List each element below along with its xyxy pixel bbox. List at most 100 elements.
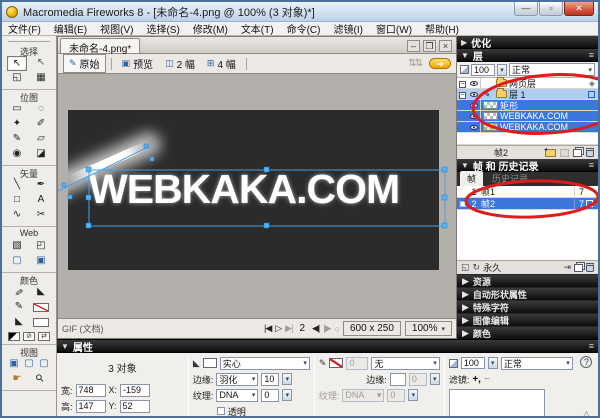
canvas-text-object[interactable]: WEBKAKA.COM (89, 166, 400, 213)
next-frame-button[interactable]: |▶ (323, 323, 331, 334)
hotspot-tool[interactable]: ▧ (7, 239, 27, 254)
doc-close-button[interactable]: × (439, 40, 452, 52)
frame-row-2[interactable]: ▣ 2 帧2 7 (457, 198, 598, 210)
new-sub-layer-button[interactable] (544, 146, 557, 157)
two-up-view-button[interactable]: ◫ 2 幅 (160, 55, 200, 72)
marquee-tool[interactable]: ▭ (7, 102, 27, 117)
properties-options-menu-icon[interactable]: ≡ (589, 341, 594, 351)
new-bitmap-button[interactable] (573, 148, 583, 157)
y-field[interactable]: 52 (119, 399, 150, 413)
frames-options-menu-icon[interactable]: ≡ (589, 160, 594, 170)
lasso-tool[interactable]: ◌ (31, 102, 51, 117)
filters-list[interactable] (448, 389, 545, 416)
no-stroke-fill-button[interactable]: ⊘ (23, 332, 35, 341)
collapse-half-arrow[interactable]: △ (583, 409, 589, 416)
delete-layer-button[interactable] (586, 148, 595, 157)
onion-skinning-button[interactable]: ◱ (461, 262, 470, 273)
default-colors-button[interactable] (8, 332, 20, 341)
fill-texture-dropdown[interactable]: DNA ▾ (216, 388, 259, 402)
minimize-button[interactable]: — (514, 2, 538, 16)
eyedropper-tool[interactable]: ✎ (7, 285, 27, 300)
canvas[interactable]: WEBKAKA.COM (68, 110, 439, 270)
text-tool[interactable]: A (31, 193, 51, 208)
stroke-size-field[interactable]: 0 (346, 356, 369, 370)
stroke-edge-amount[interactable]: 0 (408, 372, 427, 386)
stroke-texture-slider-arrow[interactable]: ▾ (408, 389, 419, 401)
menu-commands[interactable]: 命令(C) (287, 21, 321, 36)
canvas-area[interactable]: WEBKAKA.COM (58, 74, 456, 318)
width-field[interactable]: 748 (75, 383, 106, 397)
close-button[interactable]: ✕ (564, 2, 594, 16)
object-name[interactable]: 矩形 (500, 99, 598, 112)
object-blend-mode-dropdown[interactable]: 正常 ▾ (500, 356, 573, 370)
layer-opacity-value[interactable]: 100 (471, 63, 495, 76)
visibility-toggle[interactable] (468, 122, 481, 132)
layers-panel-header[interactable]: ▼ 层 ≡ (457, 49, 598, 63)
menu-file[interactable]: 文件(F) (8, 21, 41, 36)
add-filter-button[interactable]: +, (472, 374, 481, 385)
scale-tool[interactable]: ◱ (7, 71, 27, 86)
rubber-stamp-tool[interactable]: ◪ (31, 147, 51, 162)
menu-window[interactable]: 窗口(W) (376, 21, 412, 36)
fill-color-swatch[interactable] (202, 358, 217, 368)
pointer-tool[interactable]: ↖ (7, 56, 27, 71)
object-name[interactable]: WEBKAKA.COM (500, 111, 598, 121)
menu-view[interactable]: 视图(V) (100, 21, 133, 36)
pen-tool[interactable]: ✒ (31, 178, 51, 193)
stroke-color-swatch[interactable] (329, 358, 344, 368)
last-frame-button[interactable]: ▶| (285, 323, 293, 334)
properties-panel-header[interactable]: ▼ 属性 ≡ (57, 340, 598, 354)
doc-restore-button[interactable]: ❐ (423, 40, 436, 52)
expand-toggle-icon[interactable]: − (459, 81, 466, 88)
fill-color-well[interactable] (33, 318, 49, 327)
subselection-tool[interactable]: ↖ (31, 56, 51, 71)
object-row-webkaka-1[interactable]: WEBKAKA.COM (457, 111, 598, 122)
opacity-slider-arrow[interactable]: ▾ (487, 357, 498, 369)
opacity-slider-arrow[interactable]: ▾ (497, 63, 507, 76)
fill-edge-dropdown[interactable]: 羽化 ▾ (216, 372, 259, 386)
previous-frame-button[interactable]: ◀| (312, 323, 320, 334)
colors-panel-header[interactable]: ▶ 颜色 (457, 327, 598, 339)
x-field[interactable]: -159 (120, 383, 151, 397)
full-screen-button[interactable]: ▢ (37, 357, 51, 372)
menu-help[interactable]: 帮助(H) (425, 21, 459, 36)
fill-edge-slider-arrow[interactable]: ▾ (282, 373, 293, 385)
frame-name[interactable]: 帧2 (479, 197, 574, 210)
menu-edit[interactable]: 编辑(E) (54, 21, 87, 36)
first-frame-button[interactable]: |◀ (264, 323, 272, 334)
fit-window-icon[interactable]: ⇅⇅ (408, 58, 423, 69)
restore-button[interactable]: ▫ (539, 2, 563, 16)
menu-filters[interactable]: 滤镜(I) (333, 21, 362, 36)
frame-delay[interactable]: 7 (574, 198, 598, 209)
visibility-toggle[interactable] (468, 100, 481, 110)
show-slices-button[interactable]: ▣ (31, 254, 51, 269)
crop-tool[interactable]: ▦ (31, 71, 51, 86)
freeform-tool[interactable]: ∿ (7, 208, 27, 223)
tab-history[interactable]: 历史记录 (485, 171, 535, 186)
visibility-toggle[interactable] (468, 111, 481, 121)
rectangle-tool[interactable]: □ (7, 193, 27, 208)
swap-colors-button[interactable]: ⇄ (38, 332, 50, 341)
menu-text[interactable]: 文本(T) (241, 21, 274, 36)
zoom-tool[interactable]: ⚲ (31, 372, 51, 387)
hide-slices-button[interactable]: ▢ (7, 254, 27, 269)
fill-edge-amount[interactable]: 10 (261, 372, 280, 386)
object-row-rectangle[interactable]: 矩形 (457, 100, 598, 111)
zoom-level-dropdown[interactable]: 100% ▾ (404, 321, 452, 336)
stroke-type-dropdown[interactable]: 无 ▾ (371, 356, 440, 370)
object-opacity-value[interactable]: 100 (460, 357, 485, 369)
stroke-edge-swatch[interactable] (389, 372, 406, 386)
menu-select[interactable]: 选择(S) (146, 21, 179, 36)
onion-skin-icon[interactable]: ▣ (457, 199, 469, 208)
expand-toggle-icon[interactable]: − (459, 92, 466, 99)
magic-wand-tool[interactable]: ✦ (7, 117, 27, 132)
transparent-checkbox[interactable] (216, 407, 225, 415)
auto-shape-properties-panel-header[interactable]: ▶ 自动形状属性 (457, 288, 598, 300)
stroke-texture-amount[interactable]: 0 (387, 388, 406, 402)
tab-frames[interactable]: 帧 (460, 171, 484, 186)
quick-export-button[interactable]: ➜ (429, 58, 451, 69)
play-button[interactable]: ▷ (275, 323, 282, 334)
help-button[interactable]: ? (580, 356, 593, 368)
image-editing-panel-header[interactable]: ▶ 图像编辑 (457, 314, 598, 326)
fill-type-dropdown[interactable]: 实心 ▾ (219, 356, 310, 370)
